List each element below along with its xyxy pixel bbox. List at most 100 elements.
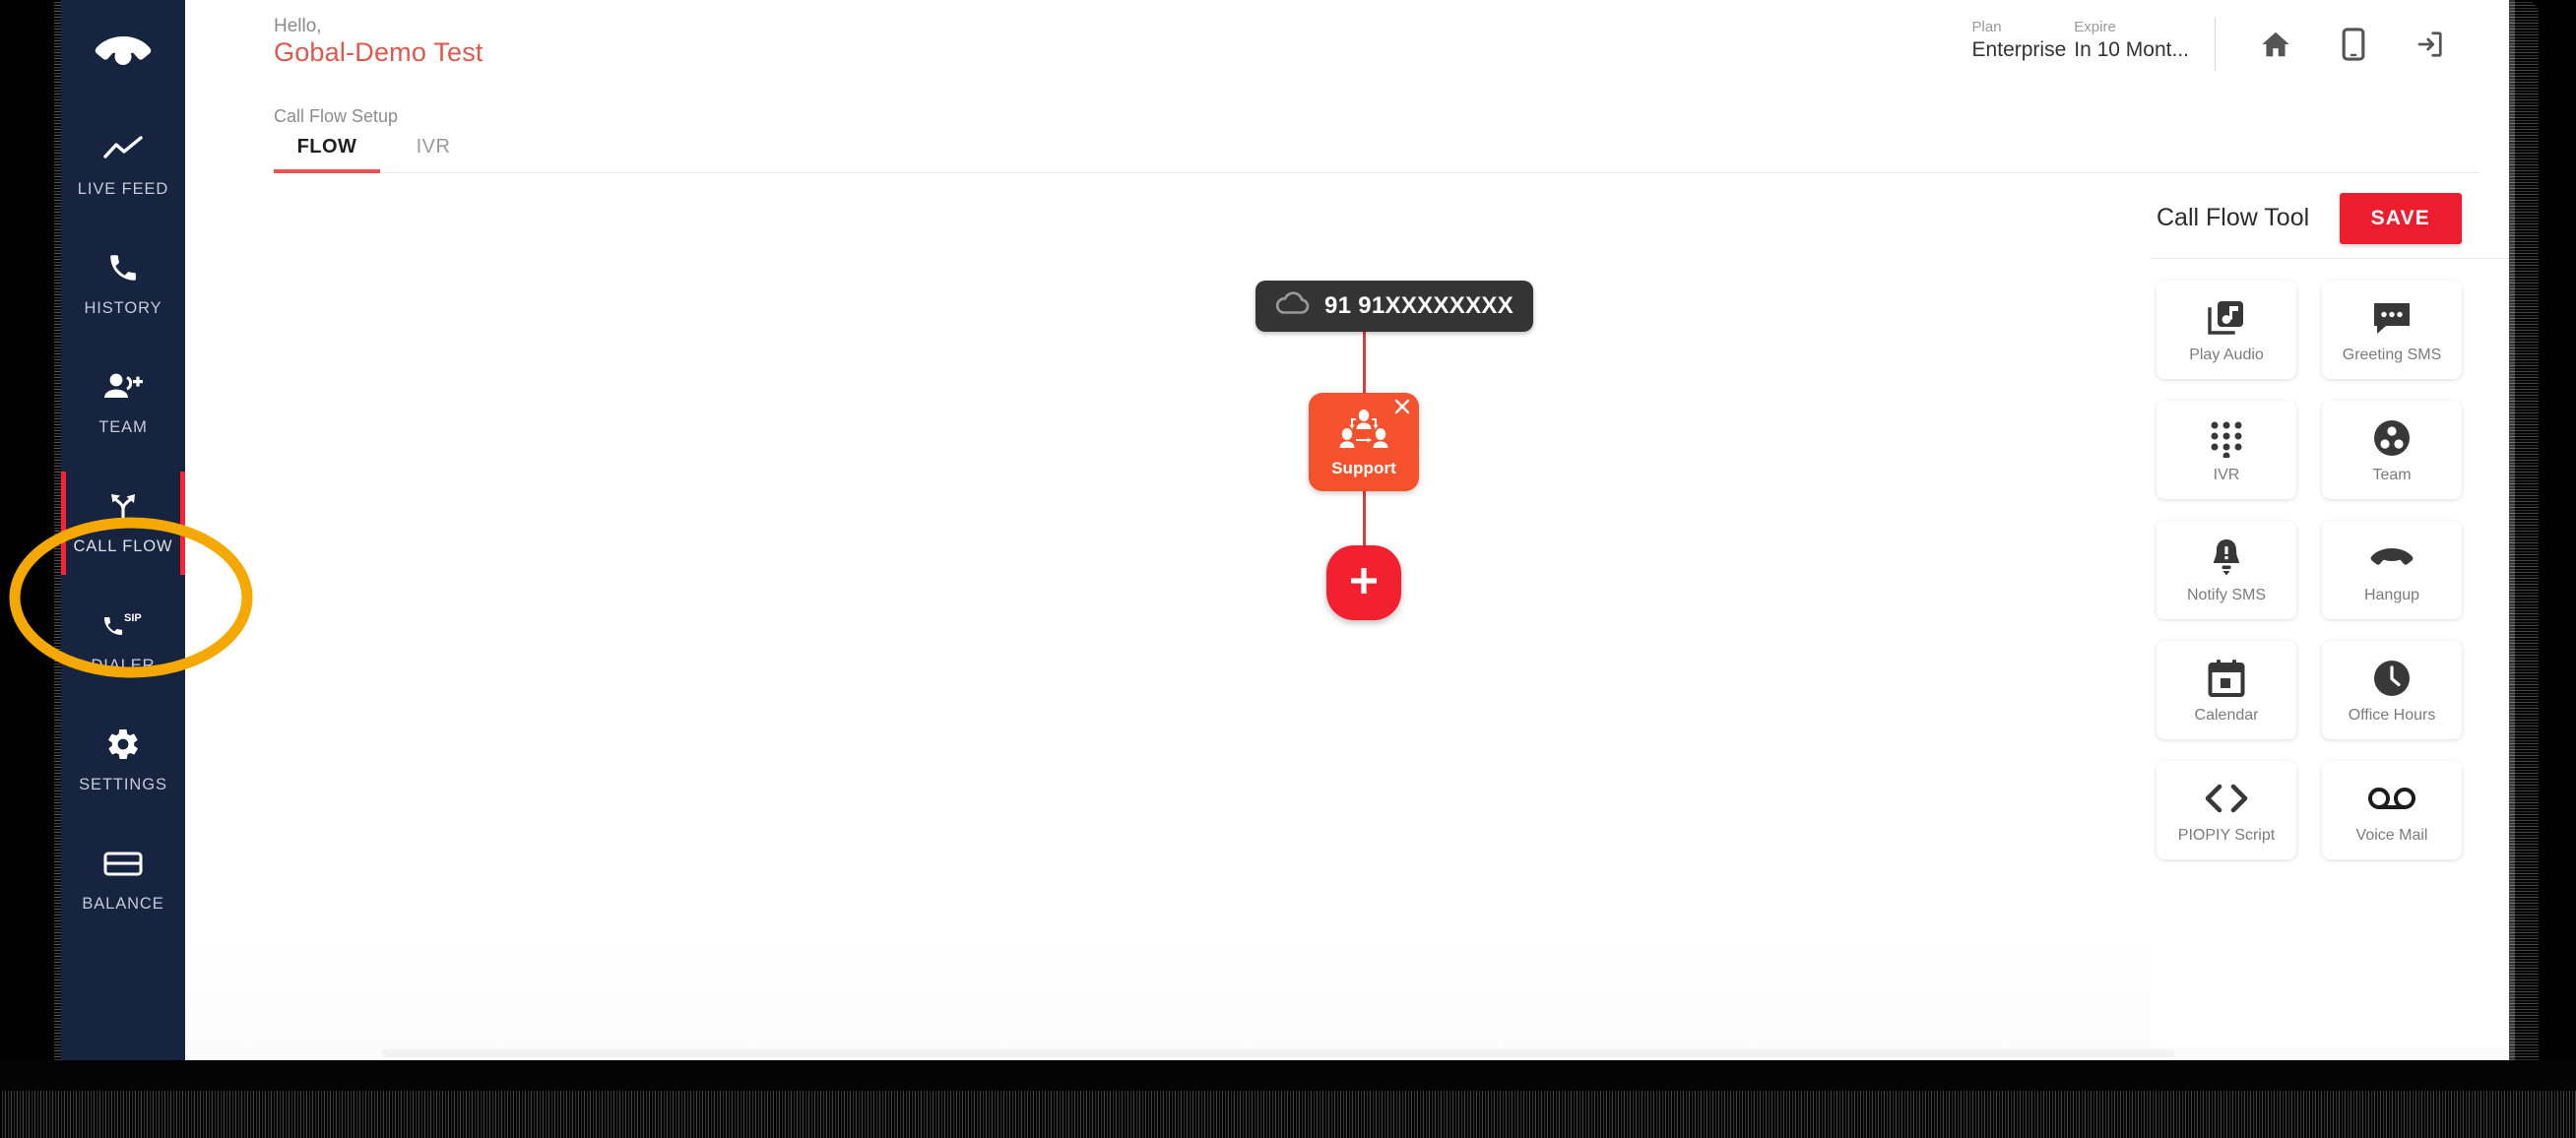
sidebar-item-call-flow[interactable]: CALL FLOW — [61, 462, 185, 581]
add-node-button[interactable] — [1326, 545, 1401, 620]
voicemail-icon — [2367, 777, 2416, 820]
sidebar-item-settings[interactable]: SETTINGS — [61, 700, 185, 819]
sidebar-item-history[interactable]: HISTORY — [61, 223, 185, 343]
main-sidebar: LIVE FEED HISTORY TEAM CALL FLOW SIP DIA… — [61, 0, 185, 1060]
tool-card-label: Notify SMS — [2186, 586, 2266, 603]
mobile-icon[interactable] — [2342, 28, 2365, 61]
tool-card-greeting-sms[interactable]: Greeting SMS — [2322, 281, 2462, 379]
tool-card-piopiy-script[interactable]: PIOPIY Script — [2157, 761, 2296, 859]
tool-card-ivr[interactable]: IVR — [2157, 401, 2296, 499]
cloud-icon — [1273, 290, 1311, 321]
sidebar-item-label: HISTORY — [84, 299, 162, 317]
phone-icon — [106, 248, 140, 287]
call-flow-tool-panel: Call Flow Tool SAVE Play Audio Greeting … — [2151, 178, 2515, 1060]
call-split-icon — [105, 486, 141, 526]
expire-value: In 10 Mont... — [2074, 38, 2189, 61]
person-add-icon — [102, 367, 144, 407]
sidebar-item-label: SETTINGS — [79, 776, 167, 793]
sip-phone-icon: SIP — [100, 605, 146, 645]
sidebar-item-live-feed[interactable]: LIVE FEED — [61, 104, 185, 223]
account-name: Gobal-Demo Test — [274, 37, 483, 67]
top-header: Hello, Gobal-Demo Test Plan Enterprise E… — [185, 0, 2515, 89]
tool-card-label: Team — [2372, 466, 2412, 483]
trending-up-icon — [103, 129, 143, 168]
tool-card-label: Play Audio — [2189, 346, 2264, 363]
header-right-group: Plan Enterprise Expire In 10 Mont... — [1972, 0, 2444, 89]
clock-icon — [2372, 657, 2412, 700]
library-music-icon — [2206, 296, 2247, 340]
chat-bubble-icon — [2371, 296, 2413, 340]
plan-column: Plan Enterprise — [1972, 18, 2075, 63]
sidebar-item-label: CALL FLOW — [73, 537, 173, 555]
device-bottom-panel — [0, 1060, 2576, 1094]
team-network-icon — [1337, 407, 1390, 457]
plan-info-block: Plan Enterprise Expire In 10 Mont... — [1972, 18, 2216, 71]
device-screen: LIVE FEED HISTORY TEAM CALL FLOW SIP DIA… — [0, 0, 2576, 1138]
tab-ivr[interactable]: IVR — [380, 136, 486, 172]
tool-panel-title: Call Flow Tool — [2157, 204, 2310, 231]
canvas-surface: 91 91XXXXXXXX Support Call Flow Tool SAV… — [185, 178, 2515, 1060]
gear-icon — [105, 725, 141, 764]
bell-alert-icon — [2208, 537, 2245, 580]
sidebar-item-team[interactable]: TEAM — [61, 343, 185, 462]
tool-card-label: Calendar — [2194, 706, 2259, 724]
device-bezel-bottom — [0, 1091, 2576, 1138]
tool-card-label: PIOPIY Script — [2177, 826, 2276, 844]
tool-card-notify-sms[interactable]: Notify SMS — [2157, 521, 2296, 619]
plus-icon — [1347, 564, 1381, 602]
tab-flow[interactable]: FLOW — [274, 136, 380, 173]
tool-card-label: IVR — [2213, 466, 2240, 483]
scrollbar-thumb[interactable] — [382, 1049, 2174, 1057]
tool-card-label: Voice Mail — [2355, 826, 2428, 844]
hangup-phone-icon — [2369, 537, 2415, 580]
tool-card-grid: Play Audio Greeting SMS IVR Team Notify … — [2151, 259, 2515, 859]
tool-card-calendar[interactable]: Calendar — [2157, 641, 2296, 739]
flow-connector-badge-to-node — [1363, 331, 1366, 394]
horizontal-scrollbar[interactable] — [185, 1046, 2515, 1060]
greeting-label: Hello, — [274, 16, 322, 36]
breadcrumb: Call Flow Setup — [274, 106, 399, 126]
flow-connector-node-to-add — [1363, 491, 1366, 546]
close-icon[interactable] — [1391, 396, 1413, 417]
sidebar-item-label: TEAM — [98, 418, 148, 436]
sub-header: Call Flow Setup FLOW IVR — [185, 89, 2515, 178]
inbound-number-badge[interactable]: 91 91XXXXXXXX — [1256, 281, 1534, 332]
plan-label: Plan — [1971, 19, 2002, 35]
application-window: LIVE FEED HISTORY TEAM CALL FLOW SIP DIA… — [61, 0, 2515, 1060]
sidebar-item-label: LIVE FEED — [77, 180, 169, 198]
group-circle-icon — [2372, 416, 2412, 460]
hangup-phone-logo-icon — [95, 33, 152, 72]
calendar-icon — [2207, 657, 2246, 700]
credit-card-icon — [103, 844, 143, 883]
tool-card-voice-mail[interactable]: Voice Mail — [2322, 761, 2462, 859]
expire-label: Expire — [2074, 19, 2116, 35]
sidebar-item-label: DIALER — [91, 657, 156, 674]
header-icon-group — [2216, 28, 2444, 61]
inbound-number-text: 91 91XXXXXXXX — [1324, 291, 1514, 319]
tool-card-label: Office Hours — [2348, 706, 2436, 724]
sidebar-item-dialer[interactable]: SIP DIALER — [61, 581, 185, 700]
tab-bar: FLOW IVR — [274, 136, 2479, 173]
dialpad-icon — [2207, 416, 2246, 460]
flow-node-label: Support — [1331, 458, 1396, 477]
home-icon[interactable] — [2259, 30, 2292, 59]
tool-card-office-hours[interactable]: Office Hours — [2322, 641, 2462, 739]
code-brackets-icon — [2203, 777, 2250, 820]
flow-node-support[interactable]: Support — [1309, 393, 1419, 491]
sidebar-item-label: BALANCE — [82, 895, 164, 913]
call-flow-canvas[interactable]: 91 91XXXXXXXX Support Call Flow Tool SAV… — [185, 178, 2515, 1060]
sidebar-item-balance[interactable]: BALANCE — [61, 819, 185, 938]
tool-card-play-audio[interactable]: Play Audio — [2157, 281, 2296, 379]
logout-icon[interactable] — [2415, 30, 2444, 59]
tool-panel-header: Call Flow Tool SAVE — [2151, 178, 2515, 259]
svg-text:SIP: SIP — [124, 612, 142, 624]
tool-card-label: Hangup — [2363, 586, 2420, 603]
tool-card-label: Greeting SMS — [2342, 346, 2442, 363]
expire-column: Expire In 10 Mont... — [2074, 18, 2197, 63]
plan-value: Enterprise — [1971, 38, 2067, 61]
save-button[interactable]: SAVE — [2339, 192, 2462, 244]
device-bezel-right — [2509, 0, 2539, 1093]
app-logo[interactable] — [61, 0, 185, 104]
tool-card-team[interactable]: Team — [2322, 401, 2462, 499]
tool-card-hangup[interactable]: Hangup — [2322, 521, 2462, 619]
